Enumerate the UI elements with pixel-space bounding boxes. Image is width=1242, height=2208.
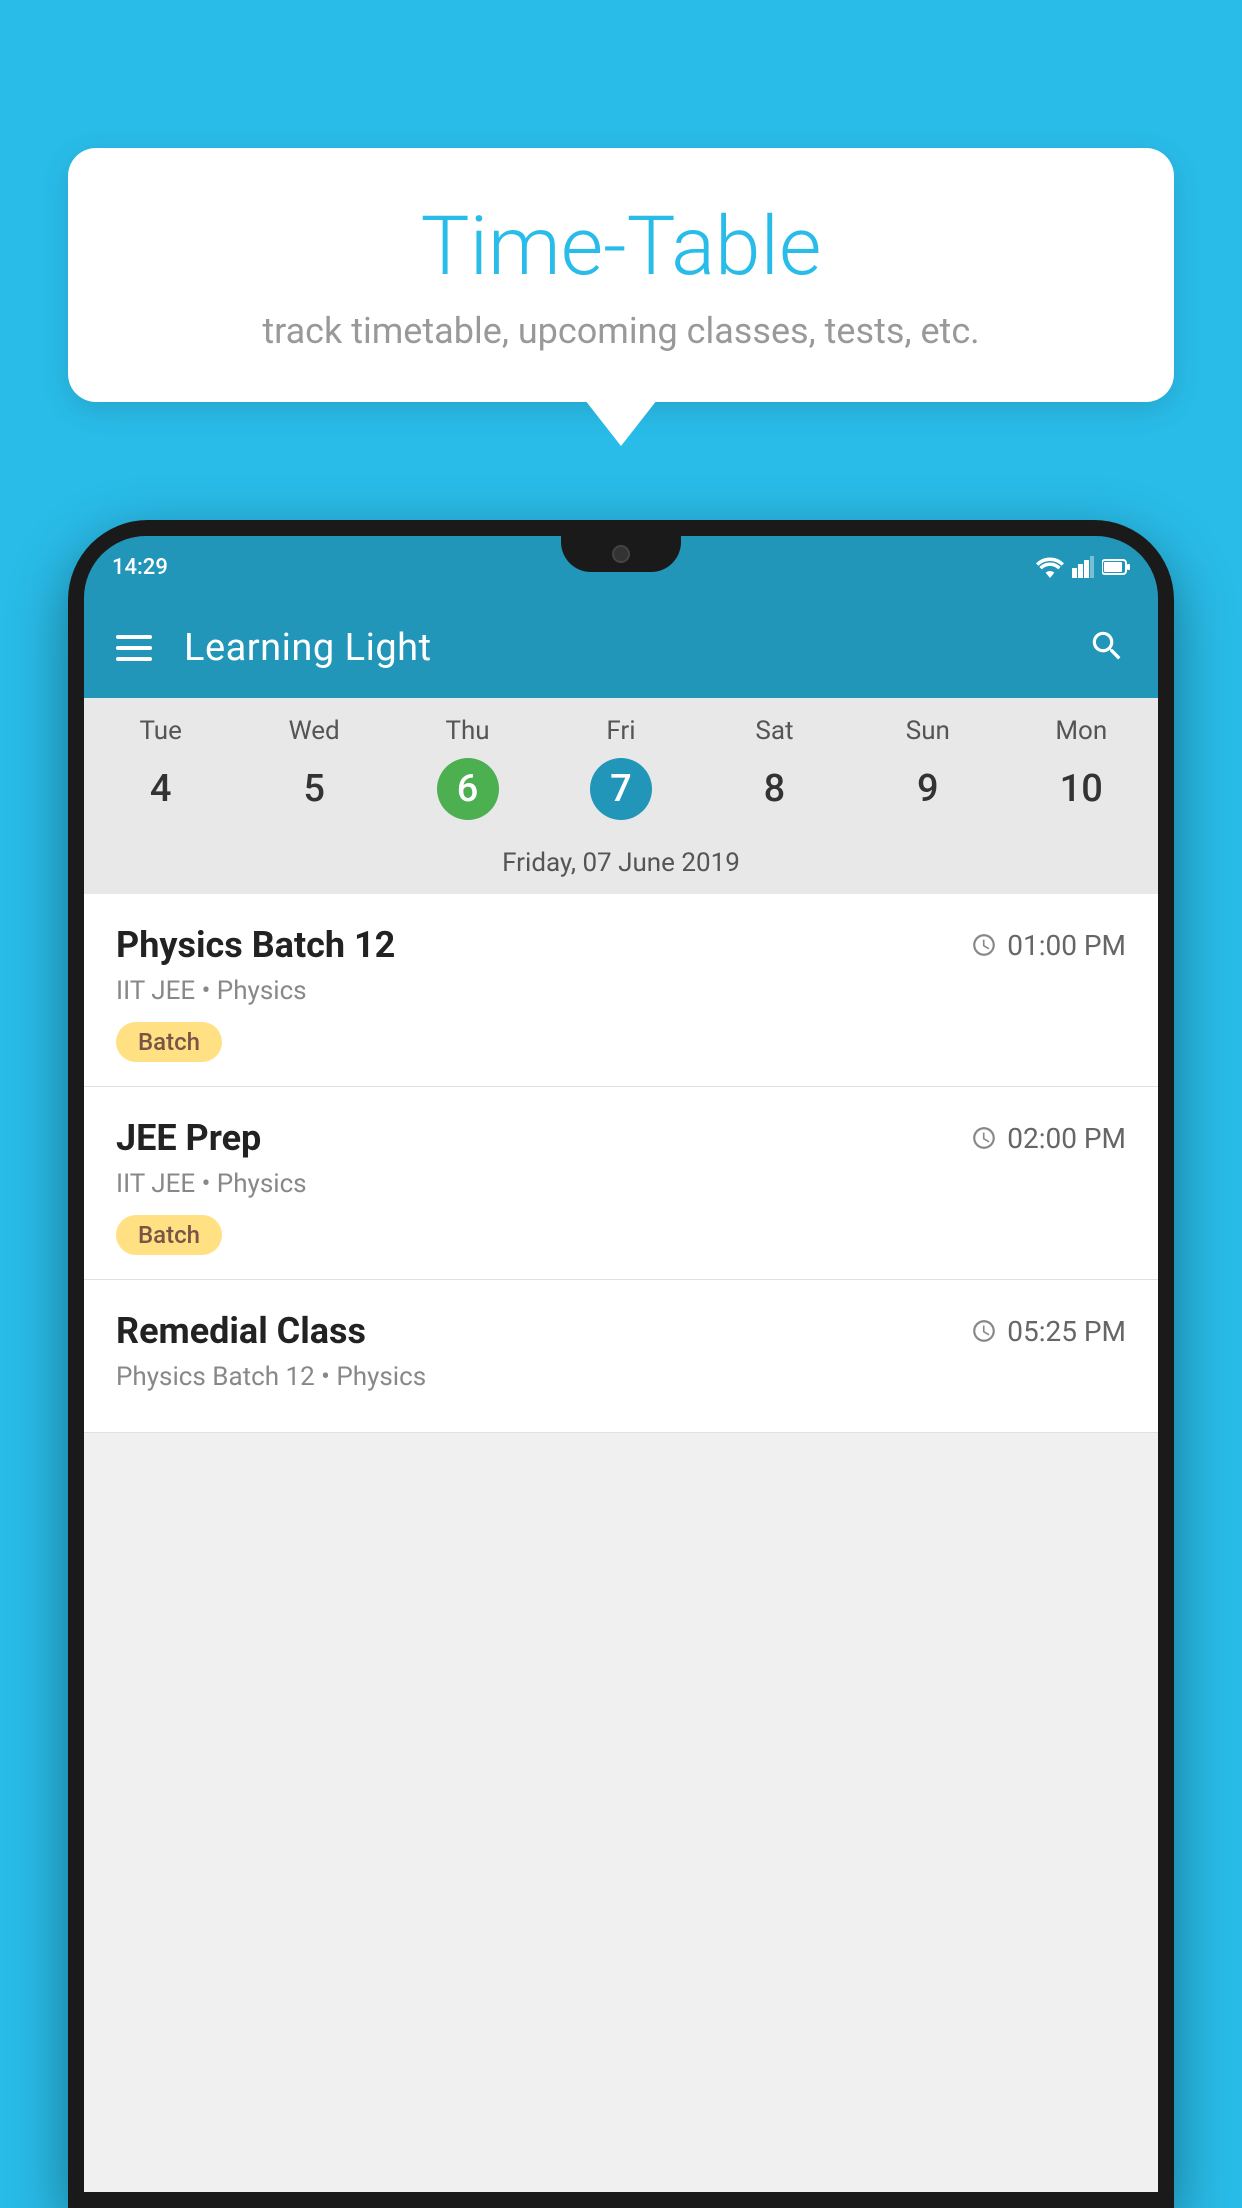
app-title: Learning Light [184,626,1056,670]
date-7-selected[interactable]: 7 [590,758,652,820]
calendar-strip: Tue Wed Thu Fri Sat Sun Mon 4 5 6 7 8 9 … [84,698,1158,894]
schedule-item-3-header: Remedial Class 05:25 PM [116,1310,1126,1352]
selected-date-label: Friday, 07 June 2019 [84,838,1158,894]
tooltip-title: Time-Table [128,202,1114,292]
date-10[interactable]: 10 [1005,758,1158,820]
schedule-item-2[interactable]: JEE Prep 02:00 PM IIT JEE • Physics Batc… [84,1087,1158,1280]
camera [612,545,630,563]
schedule-item-3-time: 05:25 PM [971,1315,1126,1348]
schedule-item-2-badge: Batch [116,1215,222,1255]
schedule-list: Physics Batch 12 01:00 PM IIT JEE • Phys… [84,894,1158,1433]
clock-icon-1 [971,932,997,958]
date-8[interactable]: 8 [698,758,851,820]
day-sun: Sun [851,716,1004,746]
schedule-item-1-subtitle: IIT JEE • Physics [116,976,1126,1006]
status-icons [1036,556,1130,578]
signal-icon [1072,556,1094,578]
schedule-item-2-title: JEE Prep [116,1117,261,1159]
schedule-item-1-header: Physics Batch 12 01:00 PM [116,924,1126,966]
day-sat: Sat [698,716,851,746]
days-header: Tue Wed Thu Fri Sat Sun Mon [84,698,1158,754]
battery-icon [1102,558,1130,576]
date-6-today[interactable]: 6 [437,758,499,820]
schedule-item-2-header: JEE Prep 02:00 PM [116,1117,1126,1159]
schedule-item-1-title: Physics Batch 12 [116,924,395,966]
date-4[interactable]: 4 [84,758,237,820]
app-bar: Learning Light [84,598,1158,698]
tooltip-card: Time-Table track timetable, upcoming cla… [68,148,1174,402]
wifi-icon [1036,556,1064,578]
status-time: 14:29 [112,555,168,580]
clock-icon-2 [971,1125,997,1151]
schedule-item-2-subtitle: IIT JEE • Physics [116,1169,1126,1199]
day-wed: Wed [237,716,390,746]
schedule-item-3[interactable]: Remedial Class 05:25 PM Physics Batch 12… [84,1280,1158,1433]
phone-notch [561,536,681,572]
schedule-item-3-title: Remedial Class [116,1310,366,1352]
tooltip-subtitle: track timetable, upcoming classes, tests… [128,310,1114,352]
schedule-item-1-badge: Batch [116,1022,222,1062]
clock-icon-3 [971,1318,997,1344]
date-5[interactable]: 5 [237,758,390,820]
search-button[interactable] [1088,627,1126,669]
hamburger-menu-button[interactable] [116,635,152,661]
schedule-item-1-time: 01:00 PM [971,929,1126,962]
phone-frame: 14:29 [68,520,1174,2208]
day-fri: Fri [544,716,697,746]
schedule-item-1[interactable]: Physics Batch 12 01:00 PM IIT JEE • Phys… [84,894,1158,1087]
schedule-item-3-subtitle: Physics Batch 12 • Physics [116,1362,1126,1392]
status-bar: 14:29 [84,536,1158,598]
app-screen: Learning Light Tue Wed Thu Fri Sat Sun M… [84,598,1158,2192]
dates-row: 4 5 6 7 8 9 10 [84,754,1158,838]
day-mon: Mon [1005,716,1158,746]
day-thu: Thu [391,716,544,746]
day-tue: Tue [84,716,237,746]
schedule-item-2-time: 02:00 PM [971,1122,1126,1155]
date-9[interactable]: 9 [851,758,1004,820]
